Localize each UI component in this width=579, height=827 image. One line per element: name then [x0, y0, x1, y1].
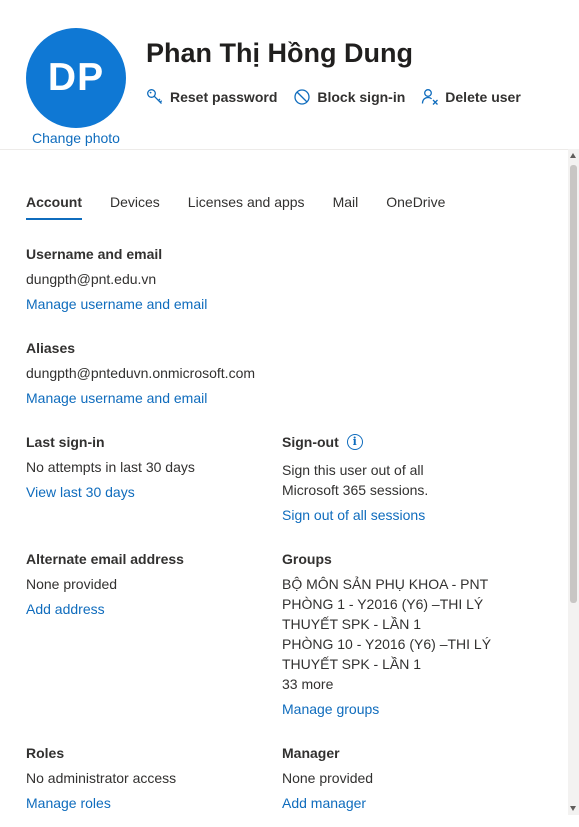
reset-password-label: Reset password	[170, 89, 278, 105]
tab-account[interactable]: Account	[26, 194, 82, 220]
groups-more-count: 33 more	[282, 676, 334, 692]
manage-roles-link[interactable]: Manage roles	[26, 793, 176, 813]
groups-section: Groups BỘ MÔN SẢN PHỤ KHOA - PNT PHÒNG 1…	[282, 549, 491, 719]
key-icon	[147, 89, 163, 104]
group-item: PHÒNG 1 - Y2016 (Y6) –THI LÝ	[282, 596, 484, 612]
sign-out-all-sessions-link[interactable]: Sign out of all sessions	[282, 505, 428, 525]
user-actions-bar: Reset password Block sign-in Delete user	[146, 88, 521, 106]
last-signin-value: No attempts in last 30 days	[26, 459, 195, 475]
view-last-30-days-link[interactable]: View last 30 days	[26, 482, 195, 502]
signout-description-line2: Microsoft 365 sessions.	[282, 482, 429, 498]
tab-licenses-and-apps[interactable]: Licenses and apps	[188, 194, 305, 220]
aliases-section: Aliases dungpth@pnteduvn.onmicrosoft.com…	[26, 338, 255, 408]
block-icon	[294, 89, 311, 105]
add-manager-link[interactable]: Add manager	[282, 793, 373, 813]
block-signin-label: Block sign-in	[317, 89, 406, 105]
manage-username-link[interactable]: Manage username and email	[26, 294, 207, 314]
aliases-heading: Aliases	[26, 340, 76, 356]
tab-mail[interactable]: Mail	[333, 194, 359, 220]
groups-heading: Groups	[282, 551, 332, 567]
avatar-initials: DP	[47, 56, 105, 99]
group-item: BỘ MÔN SẢN PHỤ KHOA - PNT	[282, 576, 489, 592]
group-item: PHÒNG 10 - Y2016 (Y6) –THI LÝ	[282, 636, 492, 652]
add-address-link[interactable]: Add address	[26, 599, 184, 619]
group-item: THUYẾT SPK - LẦN 1	[282, 616, 422, 632]
delete-user-label: Delete user	[445, 89, 521, 105]
signout-heading: Sign-out	[282, 434, 339, 450]
roles-section: Roles No administrator access Manage rol…	[26, 743, 176, 813]
last-signin-heading: Last sign-in	[26, 434, 105, 450]
user-display-name: Phan Thị Hồng Dung	[146, 38, 413, 68]
tab-devices[interactable]: Devices	[110, 194, 160, 220]
delete-user-icon	[422, 89, 439, 105]
roles-value: No administrator access	[26, 770, 177, 786]
manager-value: None provided	[282, 770, 374, 786]
username-email-value: dungpth@pnt.edu.vn	[26, 271, 157, 287]
info-icon[interactable]: i	[346, 434, 363, 450]
scroll-down-arrow-icon[interactable]	[570, 806, 576, 811]
manage-aliases-link[interactable]: Manage username and email	[26, 388, 255, 408]
panel-scrollbar[interactable]	[568, 149, 579, 815]
avatar: DP	[26, 28, 126, 128]
roles-heading: Roles	[26, 745, 65, 761]
delete-user-button[interactable]: Delete user	[421, 88, 521, 106]
manager-section: Manager None provided Add manager	[282, 743, 373, 813]
alternate-email-section: Alternate email address None provided Ad…	[26, 549, 184, 619]
signout-description-line1: Sign this user out of all	[282, 462, 424, 478]
header-divider	[0, 149, 568, 150]
signout-section: Sign-out i Sign this user out of all Mic…	[282, 432, 428, 525]
group-item: THUYẾT SPK - LẦN 1	[282, 656, 422, 672]
user-tabs: Account Devices Licenses and apps Mail O…	[26, 194, 445, 220]
last-signin-section: Last sign-in No attempts in last 30 days…	[26, 432, 195, 502]
username-email-heading: Username and email	[26, 246, 163, 262]
manager-heading: Manager	[282, 745, 340, 761]
scrollbar-thumb[interactable]	[570, 165, 577, 603]
alternate-email-heading: Alternate email address	[26, 551, 184, 567]
username-email-section: Username and email dungpth@pnt.edu.vn Ma…	[26, 244, 207, 314]
tab-onedrive[interactable]: OneDrive	[386, 194, 445, 220]
change-photo-link[interactable]: Change photo	[32, 130, 120, 146]
aliases-value: dungpth@pnteduvn.onmicrosoft.com	[26, 365, 256, 381]
block-signin-button[interactable]: Block sign-in	[293, 88, 405, 106]
alternate-email-value: None provided	[26, 576, 118, 592]
reset-password-button[interactable]: Reset password	[146, 88, 277, 106]
scroll-up-arrow-icon[interactable]	[570, 153, 576, 158]
manage-groups-link[interactable]: Manage groups	[282, 699, 491, 719]
